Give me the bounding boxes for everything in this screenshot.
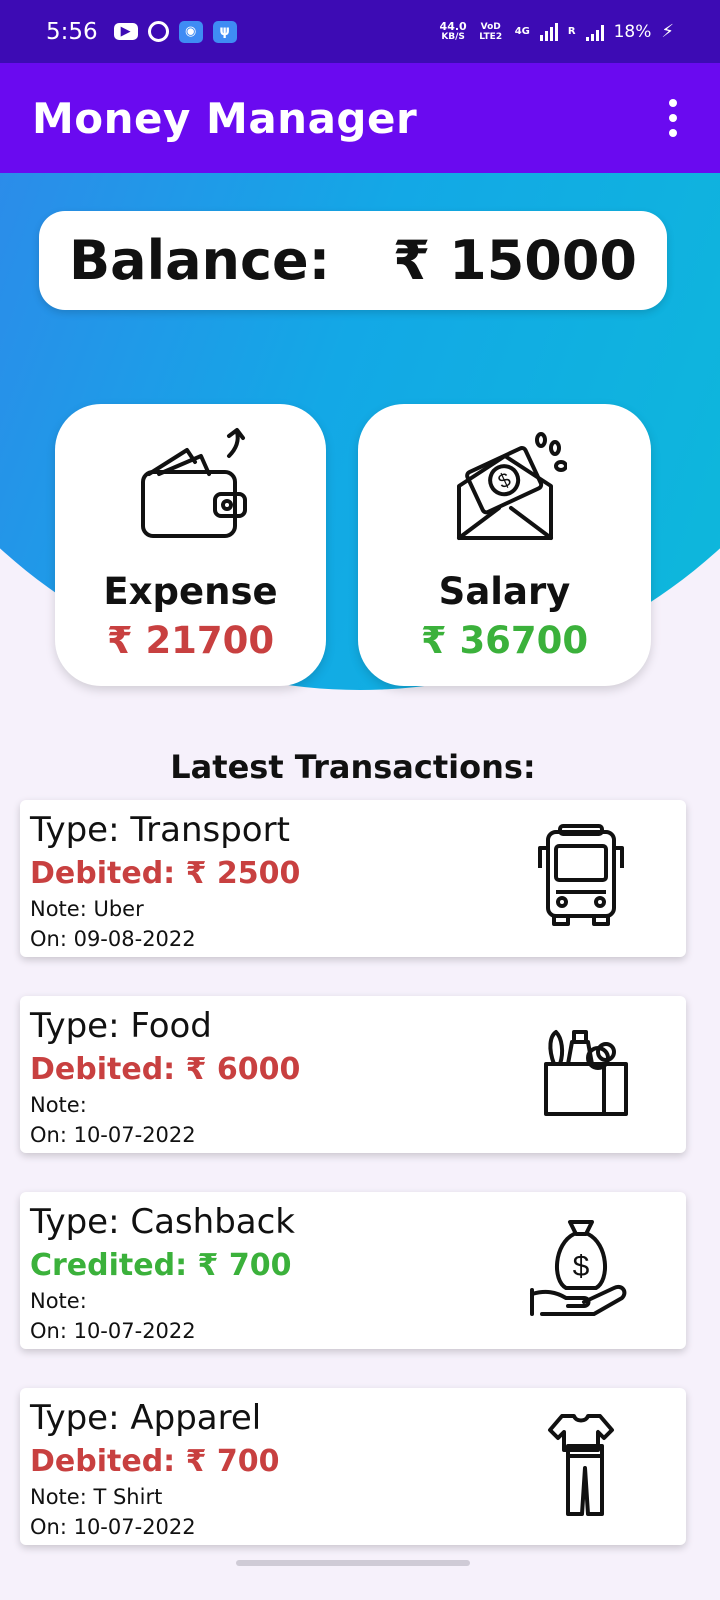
transaction-card[interactable]: Type: Transport Debited: ₹ 2500 Note: Ub… [20,800,686,957]
grocery-bag-icon [544,1030,628,1116]
status-bar: 5:56 ▶ ◉ ψ 44.0 KB/S VoD LTE2 4G R 18% ⚡ [0,0,720,63]
usb-icon: ψ [212,20,237,43]
android-icon: ◉ [178,20,203,43]
volte-icon: VoD LTE2 [479,21,503,42]
app-notification-icon [147,21,169,42]
expense-value: ₹ 21700 [106,619,275,662]
salary-label: Salary [438,570,571,613]
latest-transactions-title: Latest Transactions: [170,748,536,786]
svg-text:$: $ [494,469,513,494]
expense-label: Expense [103,570,278,613]
balance-card: Balance: ₹ 15000 [39,211,667,310]
salary-card[interactable]: $ Salary ₹ 36700 [358,404,651,686]
money-bag-hand-icon: $ [530,1220,627,1316]
home-indicator[interactable] [236,1560,470,1566]
net-speed-unit: KB/S [441,31,465,42]
notification-icons: ▶ ◉ ψ [113,20,237,43]
transaction-card[interactable]: Type: Apparel Debited: ₹ 700 Note: T Shi… [20,1388,686,1545]
charging-icon: ⚡ [661,21,674,42]
app-bar: Money Manager [0,63,720,173]
app-title: Money Manager [32,93,418,143]
net-type: 4G [514,25,530,37]
bus-icon [538,824,624,926]
battery-level: 18% [613,21,652,42]
net-speed-value: 44.0 [439,19,467,33]
salary-value: ₹ 36700 [420,619,589,662]
balance-value: ₹ 15000 [392,229,637,292]
transaction-card[interactable]: Type: Cashback Credited: ₹ 700 Note: On:… [20,1192,686,1349]
more-vert-icon[interactable] [658,93,688,143]
salary-envelope-icon: $ [456,432,567,540]
clothes-icon [548,1414,614,1516]
signal-icon-2 [585,23,604,41]
signal-icon [539,22,558,41]
balance-label: Balance: [69,229,331,292]
status-time: 5:56 [46,18,98,45]
transaction-card[interactable]: Type: Food Debited: ₹ 6000 Note: On: 10-… [20,996,686,1153]
roaming-indicator: R [567,25,576,37]
youtube-icon: ▶ [113,23,138,40]
net-speed: 44.0 KB/S [439,19,467,42]
svg-text:$: $ [573,1250,590,1283]
wallet-icon [140,428,247,538]
expense-card[interactable]: Expense ₹ 21700 [55,404,326,686]
system-status: 44.0 KB/S VoD LTE2 4G R 18% ⚡ [439,19,674,43]
